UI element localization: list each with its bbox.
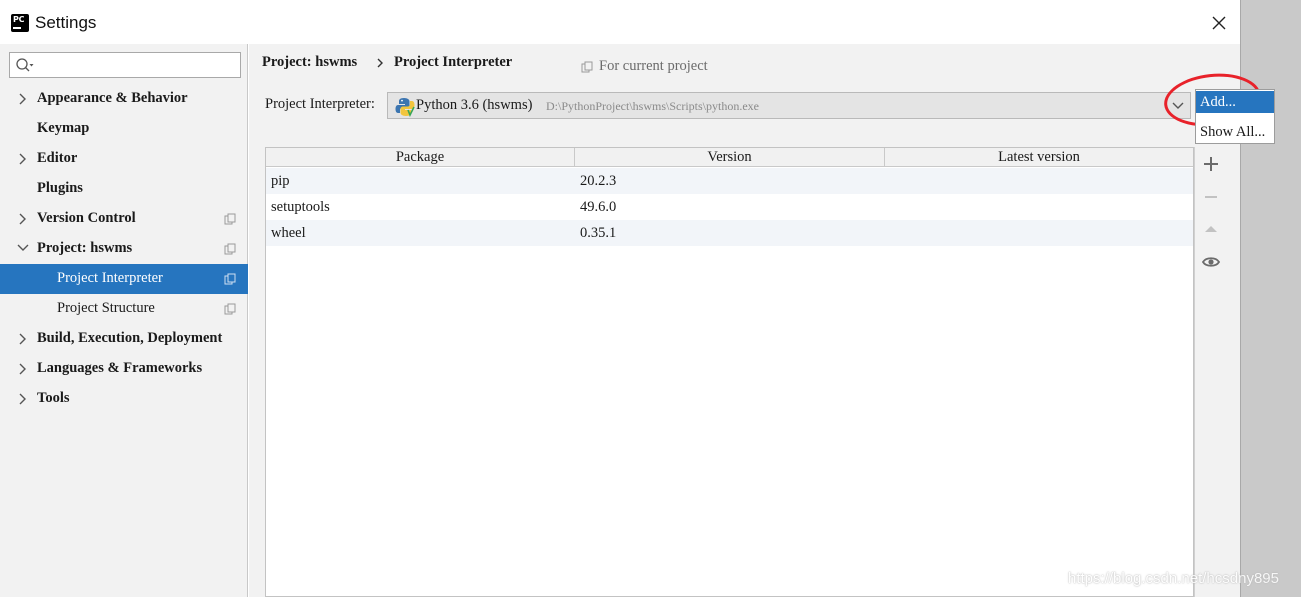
breadcrumb-separator-icon [377,58,383,68]
table-row[interactable]: wheel 0.35.1 [266,220,1193,246]
sidebar-item-tools[interactable]: Tools [0,384,248,414]
sidebar-item-label: Appearance & Behavior [37,90,188,106]
settings-sidebar: Appearance & Behavior Keymap Editor Plug… [0,44,248,597]
breadcrumb-current: Project Interpreter [394,54,513,70]
sidebar-item-label: Project Interpreter [57,270,163,286]
python-icon [395,98,415,117]
chevron-right-icon[interactable] [17,393,27,405]
project-scope-icon [224,273,236,285]
column-header-package[interactable]: Package [266,148,575,167]
table-header: Package Version Latest version [266,148,1193,167]
column-header-version[interactable]: Version [575,148,885,167]
sidebar-item-label: Build, Execution, Deployment [37,330,223,346]
interpreter-name: Python 3.6 (hswms) [416,97,533,113]
minus-icon [1205,196,1217,198]
sidebar-item-version-control[interactable]: Version Control [0,204,248,234]
package-version: 0.35.1 [580,225,617,241]
pycharm-logo-icon: PC [11,14,29,32]
sidebar-item-label: Editor [37,150,78,166]
package-name: pip [271,173,290,189]
sidebar-item-label: Tools [37,390,70,406]
sidebar-item-label: Project: hswms [37,240,133,256]
sidebar-item-label: Version Control [37,210,136,226]
sidebar-item-project[interactable]: Project: hswms [0,234,248,264]
upgrade-package-button[interactable] [1201,219,1221,239]
sidebar-item-build[interactable]: Build, Execution, Deployment [0,324,248,354]
menu-item-show-all[interactable]: Show All... [1196,121,1274,143]
window-title: Settings [35,13,97,32]
settings-search[interactable] [9,52,241,78]
package-version: 20.2.3 [580,173,617,189]
chevron-right-icon[interactable] [17,363,27,375]
watermark: https://blog.csdn.net/hcsdny895 [1068,570,1279,587]
chevron-right-icon[interactable] [17,213,27,225]
sidebar-item-project-structure[interactable]: Project Structure [0,294,248,324]
sidebar-item-appearance[interactable]: Appearance & Behavior [0,84,248,114]
plus-icon [1204,157,1218,171]
interpreter-select[interactable]: Python 3.6 (hswms) D:\PythonProject\hswm… [387,92,1191,119]
package-name: setuptools [271,199,330,215]
close-button[interactable] [1204,8,1234,38]
package-version: 49.6.0 [580,199,617,215]
chevron-right-icon[interactable] [17,333,27,345]
interpreter-label: Project Interpreter: [265,96,375,112]
sidebar-item-project-interpreter[interactable]: Project Interpreter [0,264,248,294]
breadcrumb-parent[interactable]: Project: hswms [262,54,357,71]
sidebar-item-label: Project Structure [57,300,155,316]
scope-label: For current project [599,58,708,74]
table-row[interactable]: setuptools 49.6.0 [266,194,1193,220]
close-icon [1212,16,1226,30]
uninstall-package-button[interactable] [1201,187,1221,207]
interpreter-gear-menu: Add... Show All... [1195,89,1275,144]
sidebar-item-keymap[interactable]: Keymap [0,114,248,144]
show-early-releases-button[interactable] [1201,252,1221,272]
install-package-button[interactable] [1201,154,1221,174]
chevron-right-icon[interactable] [17,93,27,105]
package-name: wheel [271,225,306,241]
project-scope-icon [581,61,593,73]
chevron-down-icon[interactable] [17,243,29,253]
settings-dialog: PC Settings Appearance & Behavior Keymap [0,0,1275,597]
settings-content: Project: hswms Project Interpreter For c… [249,44,1275,597]
package-toolbar [1194,147,1226,597]
chevron-right-icon[interactable] [17,153,27,165]
column-header-latest-version[interactable]: Latest version [885,148,1193,167]
upgrade-icon [1205,226,1217,232]
menu-item-add[interactable]: Add... [1196,91,1274,113]
sidebar-item-label: Languages & Frameworks [37,360,203,376]
title-bar: PC Settings [0,0,1240,44]
project-scope-icon [224,303,236,315]
sidebar-item-label: Plugins [37,180,83,196]
table-row[interactable]: pip 20.2.3 [266,168,1193,194]
project-scope-icon [224,243,236,255]
search-icon [16,58,34,72]
sidebar-item-editor[interactable]: Editor [0,144,248,174]
package-table: Package Version Latest version pip 20.2.… [265,147,1194,597]
sidebar-item-plugins[interactable]: Plugins [0,174,248,204]
eye-icon [1201,257,1221,267]
search-input[interactable] [36,55,236,75]
project-scope-icon [224,213,236,225]
interpreter-path: D:\PythonProject\hswms\Scripts\python.ex… [546,99,759,113]
sidebar-item-label: Keymap [37,120,90,136]
sidebar-item-languages[interactable]: Languages & Frameworks [0,354,248,384]
